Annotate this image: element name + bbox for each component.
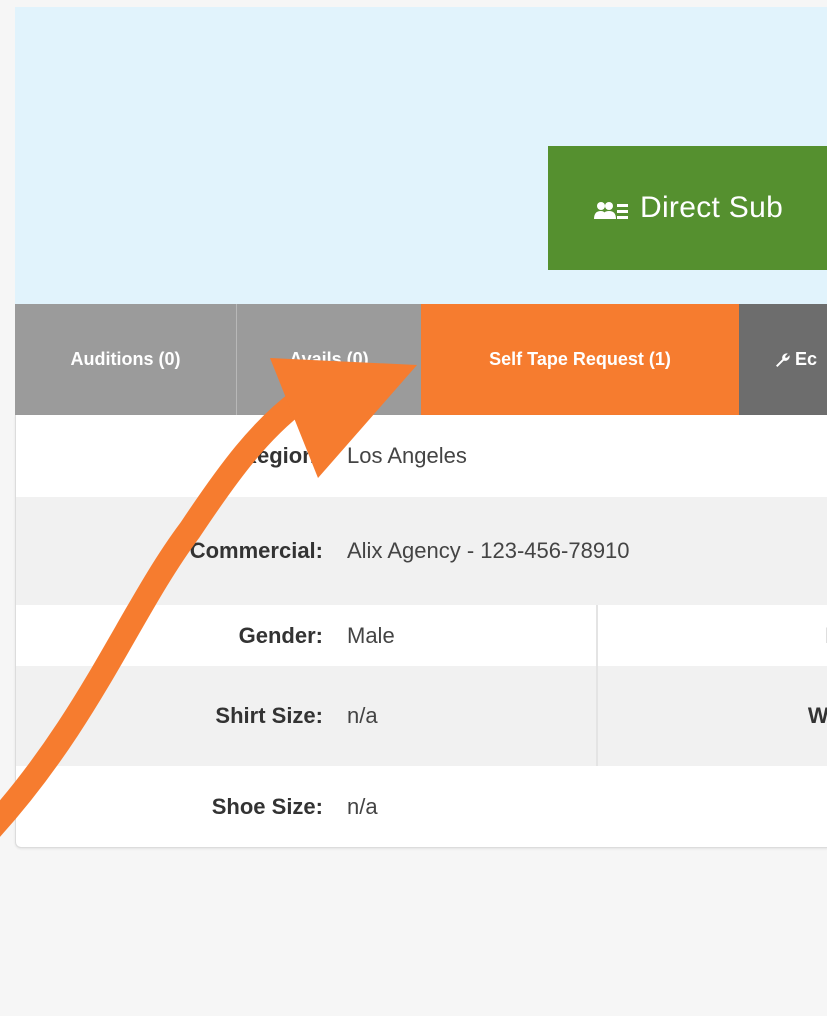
tab-self-tape-request[interactable]: Self Tape Request (1)	[421, 304, 739, 415]
tab-auditions-label: Auditions (0)	[70, 349, 181, 369]
tab-edit[interactable]: Ec	[739, 304, 827, 415]
gender-label: Gender:	[238, 622, 323, 648]
shoe-size-label: Shoe Size:	[211, 793, 323, 819]
shirt-size-value: n/a	[347, 703, 378, 728]
detail-row-gender: Gender: Male E	[16, 605, 827, 666]
gender-right-label: E	[596, 605, 827, 666]
direct-submit-button[interactable]: Direct Sub	[548, 146, 827, 270]
commercial-value: Alix Agency - 123-456-78910	[347, 538, 630, 563]
detail-row-shirt-size: Shirt Size: n/a Wa	[16, 666, 827, 766]
page: Direct Sub Auditions (0) Avails (0) Self…	[0, 0, 827, 1016]
shoe-size-value: n/a	[347, 793, 378, 819]
shirt-size-label: Shirt Size:	[215, 703, 323, 728]
commercial-label: Commercial:	[189, 538, 323, 563]
details-card: Region: Los Angeles Commercial: Alix Age…	[15, 415, 827, 848]
users-list-icon	[594, 197, 628, 219]
detail-row-commercial: Commercial: Alix Agency - 123-456-78910	[16, 497, 827, 605]
detail-row-region: Region: Los Angeles	[16, 415, 827, 497]
region-label: Region:	[241, 443, 323, 468]
shirt-size-right-label: Wa	[596, 666, 827, 766]
tab-avails[interactable]: Avails (0)	[237, 304, 421, 415]
region-value: Los Angeles	[347, 443, 467, 468]
tab-self-tape-request-label: Self Tape Request (1)	[489, 349, 671, 369]
tab-avails-label: Avails (0)	[289, 349, 369, 369]
tab-bar: Auditions (0) Avails (0) Self Tape Reque…	[15, 304, 827, 415]
direct-submit-label: Direct Sub	[640, 191, 784, 224]
gender-value: Male	[347, 622, 395, 648]
detail-row-shoe-size: Shoe Size: n/a	[16, 766, 827, 847]
wrench-icon	[775, 352, 791, 368]
tab-edit-label: Ec	[795, 349, 818, 369]
tab-auditions[interactable]: Auditions (0)	[15, 304, 237, 415]
